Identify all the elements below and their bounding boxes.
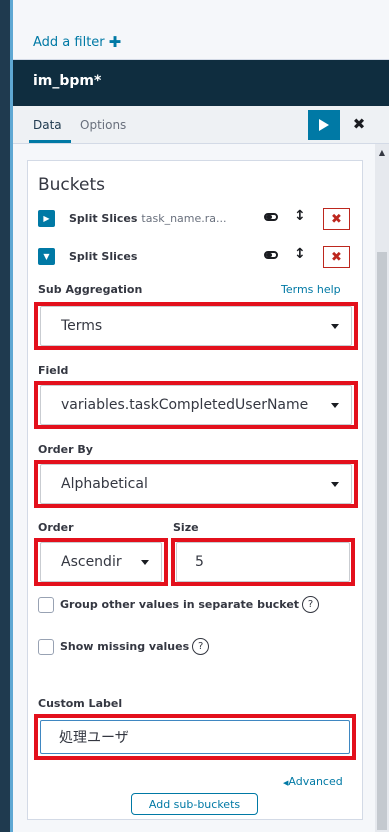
size-label: Size <box>173 521 199 534</box>
play-icon <box>319 119 329 131</box>
help-icon[interactable]: ? <box>302 596 320 613</box>
sub-aggregation-label: Sub Aggregation <box>38 283 143 296</box>
sub-aggregation-value: Terms <box>61 318 103 334</box>
custom-label-input[interactable]: 処理ユーザ <box>40 720 350 754</box>
discard-changes-button[interactable]: ✖ <box>351 115 367 133</box>
add-filter-link[interactable]: Add a filter ✚ <box>33 33 121 51</box>
order-select[interactable]: Ascendir <box>40 542 162 582</box>
index-pattern-title: im_bpm* <box>33 73 102 89</box>
scrollbar[interactable]: ▲ <box>375 144 389 832</box>
add-filter-label: Add a filter <box>33 34 105 50</box>
show-missing-label: Show missing values <box>60 640 190 653</box>
size-value: 5 <box>195 554 204 570</box>
bucket-agg-row: ▶ Split Slices task_name.ra... ↕ ✖ <box>38 208 360 230</box>
agg-type-label: Split Slices <box>69 249 138 263</box>
group-other-checkbox[interactable] <box>38 596 54 613</box>
order-label: Order <box>38 521 74 534</box>
index-pattern-bar: im_bpm* <box>13 60 389 106</box>
filter-bar: Add a filter ✚ <box>13 0 389 60</box>
agg-description: task_name.ra... <box>141 211 227 225</box>
sort-handle-icon[interactable]: ↕ <box>294 246 306 262</box>
field-select[interactable]: variables.taskCompletedUserName <box>40 385 352 425</box>
tab-options[interactable]: Options <box>80 118 126 132</box>
close-icon: ✖ <box>331 211 342 227</box>
tab-data[interactable]: Data <box>33 118 62 132</box>
field-value: variables.taskCompletedUserName <box>61 397 309 413</box>
terms-help-link[interactable]: Terms help <box>281 283 341 296</box>
caret-down-icon <box>331 403 339 408</box>
buckets-title: Buckets <box>38 175 106 195</box>
scrollbar-thumb[interactable] <box>377 252 387 830</box>
close-icon: ✖ <box>352 115 366 133</box>
left-nav-edge <box>0 0 10 832</box>
advanced-toggle-link[interactable]: ◀Advanced <box>283 775 343 788</box>
active-tab-underline <box>29 140 71 143</box>
apply-changes-button[interactable] <box>308 110 340 140</box>
help-icon[interactable]: ? <box>192 638 210 655</box>
show-missing-checkbox[interactable] <box>38 638 54 655</box>
add-sub-buckets-button[interactable]: Add sub-buckets <box>131 793 258 815</box>
caret-down-icon <box>331 482 339 487</box>
field-label: Field <box>38 364 69 377</box>
toggle-agg-icon[interactable] <box>264 213 278 221</box>
size-input[interactable]: 5 <box>176 542 350 582</box>
custom-label-label: Custom Label <box>38 697 123 710</box>
editor-tabbar: Data Options ✖ <box>13 106 389 144</box>
sub-aggregation-select[interactable]: Terms <box>40 306 352 346</box>
order-value: Ascendir <box>61 554 122 570</box>
toggle-agg-icon[interactable] <box>264 251 278 259</box>
remove-agg-button[interactable]: ✖ <box>323 208 350 230</box>
advanced-label: Advanced <box>288 775 343 788</box>
chevron-right-icon[interactable]: ▶ <box>38 209 55 227</box>
order-by-select[interactable]: Alphabetical <box>40 464 352 504</box>
order-by-value: Alphabetical <box>61 476 148 492</box>
group-other-label: Group other values in separate bucket <box>60 598 300 611</box>
caret-down-icon <box>331 324 339 329</box>
sort-handle-icon[interactable]: ↕ <box>294 208 306 224</box>
chevron-down-icon[interactable]: ▼ <box>38 247 55 265</box>
remove-agg-button[interactable]: ✖ <box>323 246 350 268</box>
show-missing-option[interactable]: Show missing values ? <box>38 638 210 655</box>
bucket-agg-row: ▼ Split Slices ↕ ✖ <box>38 246 360 268</box>
custom-label-value: 処理ユーザ <box>59 730 129 746</box>
caret-down-icon <box>141 560 149 565</box>
agg-type-label: Split Slices <box>69 211 138 225</box>
close-icon: ✖ <box>331 249 342 265</box>
group-other-option[interactable]: Group other values in separate bucket ? <box>38 596 320 613</box>
plus-icon: ✚ <box>108 33 122 51</box>
order-by-label: Order By <box>38 443 93 456</box>
scroll-up-arrow-icon[interactable]: ▲ <box>375 146 389 160</box>
